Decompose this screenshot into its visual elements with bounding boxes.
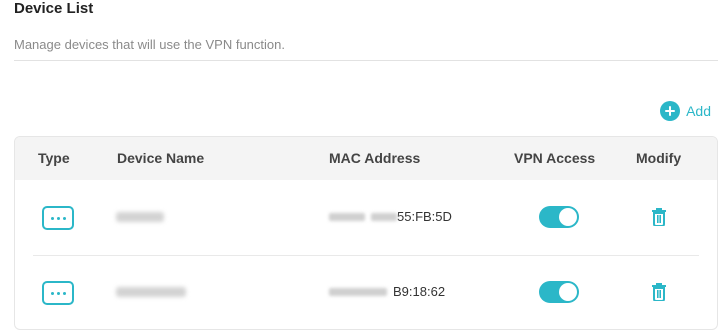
- mac-address: B9:18:62: [329, 284, 445, 299]
- plus-circle-icon: [660, 101, 681, 121]
- page-title: Device List: [14, 0, 94, 17]
- device-name-redacted: [116, 287, 186, 297]
- device-other-icon: [42, 281, 74, 305]
- mac-address-visible: 55:FB:5D: [397, 209, 452, 224]
- add-device-button[interactable]: Add: [660, 101, 711, 121]
- vpn-access-toggle[interactable]: [539, 206, 579, 228]
- column-header-mac-address: MAC Address: [329, 150, 421, 166]
- trash-icon[interactable]: [651, 283, 667, 301]
- column-header-modify: Modify: [636, 150, 682, 166]
- device-table: Type Device Name MAC Address VPN Access …: [14, 136, 718, 330]
- divider: [14, 60, 718, 61]
- add-label: Add: [686, 103, 711, 119]
- device-other-icon: [42, 206, 74, 230]
- table-row: 55:FB:5D: [15, 180, 717, 255]
- device-name-redacted: [116, 212, 164, 222]
- mac-address-visible: B9:18:62: [393, 284, 446, 299]
- column-header-vpn-access: VPN Access: [514, 150, 596, 166]
- vpn-access-toggle[interactable]: [539, 281, 579, 303]
- table-header: Type Device Name MAC Address VPN Access …: [15, 137, 717, 180]
- trash-icon[interactable]: [651, 208, 667, 226]
- mac-address: 55:FB:5D: [329, 209, 452, 224]
- page-description: Manage devices that will use the VPN fun…: [14, 37, 285, 52]
- table-row: B9:18:62: [15, 255, 717, 329]
- column-header-type: Type: [38, 150, 70, 166]
- column-header-device-name: Device Name: [117, 150, 205, 166]
